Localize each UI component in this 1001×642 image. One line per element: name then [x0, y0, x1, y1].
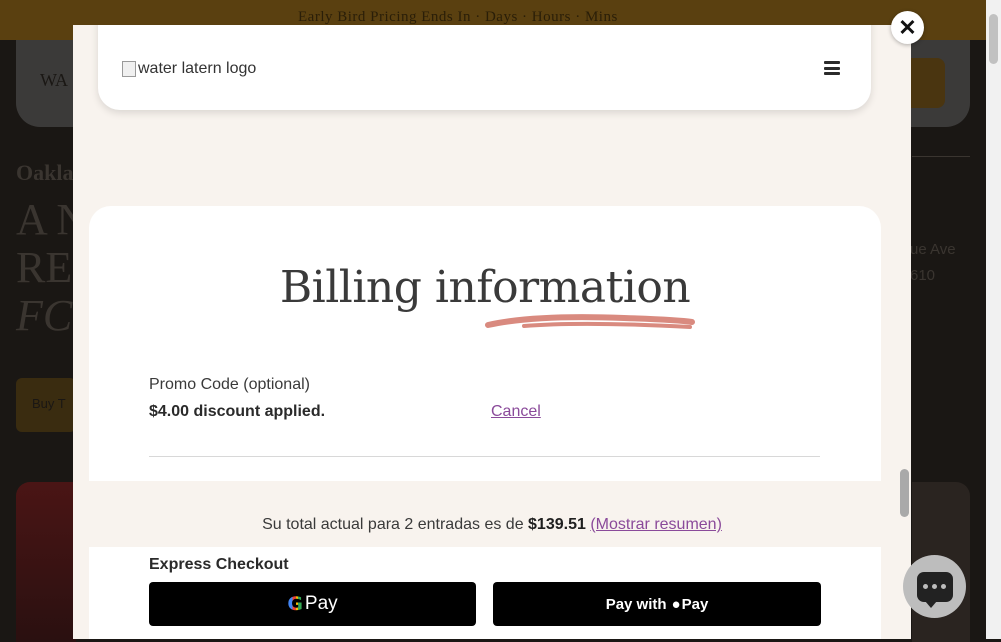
chat-dot	[923, 584, 928, 589]
site-nav-text: WA	[40, 70, 68, 90]
apple-pay-button[interactable]: Pay with ● Pay	[493, 582, 821, 626]
hamburger-icon[interactable]	[824, 61, 840, 75]
page-scrollbar-track[interactable]	[986, 0, 1001, 639]
brush-underline	[485, 314, 695, 329]
logo: water latern logo	[122, 60, 256, 78]
page-scrollbar-thumb[interactable]	[989, 14, 998, 64]
event-address: ue Ave 610	[910, 237, 956, 289]
google-pay-label: Pay	[304, 593, 338, 614]
background-divider	[912, 156, 970, 157]
billing-title: Billing information	[279, 262, 691, 313]
chat-icon	[916, 571, 953, 608]
checkout-modal: water latern logo Billing information Pr…	[73, 25, 911, 639]
order-total: Su total actual para 2 entradas es de $1…	[73, 516, 911, 534]
promo-code-label: Promo Code (optional)	[149, 376, 310, 393]
express-checkout-label: Express Checkout	[149, 556, 289, 573]
modal-scrollbar-thumb[interactable]	[900, 469, 909, 517]
chat-dot	[932, 584, 937, 589]
broken-image-icon	[122, 61, 136, 77]
announcement-text: Early Bird Pricing Ends In · Days · Hour…	[298, 9, 618, 25]
show-summary-link[interactable]: (Mostrar resumen)	[590, 516, 722, 533]
modal-header: water latern logo	[98, 25, 871, 110]
buy-tickets-label: Buy T	[32, 396, 66, 411]
google-pay-button[interactable]: G Pay	[149, 582, 476, 626]
order-total-amount: $139.51	[528, 516, 586, 533]
buy-tickets-button-bg: Buy T	[16, 378, 76, 432]
background-card-left	[16, 482, 76, 642]
apple-pay-prefix: Pay with	[605, 595, 667, 613]
billing-divider	[149, 456, 820, 457]
discount-applied-text: $4.00 discount applied.	[149, 403, 326, 420]
hero-line-3-italic: FC	[16, 291, 73, 340]
billing-card: Billing information Promo Code (optional…	[89, 206, 881, 481]
hamburger-bar	[824, 61, 840, 64]
apple-icon: ●	[671, 595, 681, 613]
cancel-discount-link[interactable]: Cancel	[491, 403, 541, 421]
event-city: Oakla	[16, 160, 74, 185]
chat-button[interactable]	[903, 555, 966, 618]
logo-alt-text: water latern logo	[138, 60, 257, 77]
close-modal-button[interactable]: ✕	[891, 11, 924, 44]
address-line-1: ue Ave	[910, 241, 956, 258]
close-icon: ✕	[898, 14, 917, 40]
google-icon: G	[287, 593, 303, 615]
address-line-2: 610	[910, 267, 936, 284]
order-total-prefix: Su total actual para 2 entradas es de	[262, 516, 529, 533]
hamburger-bar	[824, 72, 840, 75]
chat-dot	[941, 584, 946, 589]
hamburger-bar	[824, 66, 840, 70]
express-checkout-section: Express Checkout G Pay Pay with ● Pay	[89, 547, 881, 639]
apple-pay-label: Pay	[681, 595, 709, 613]
